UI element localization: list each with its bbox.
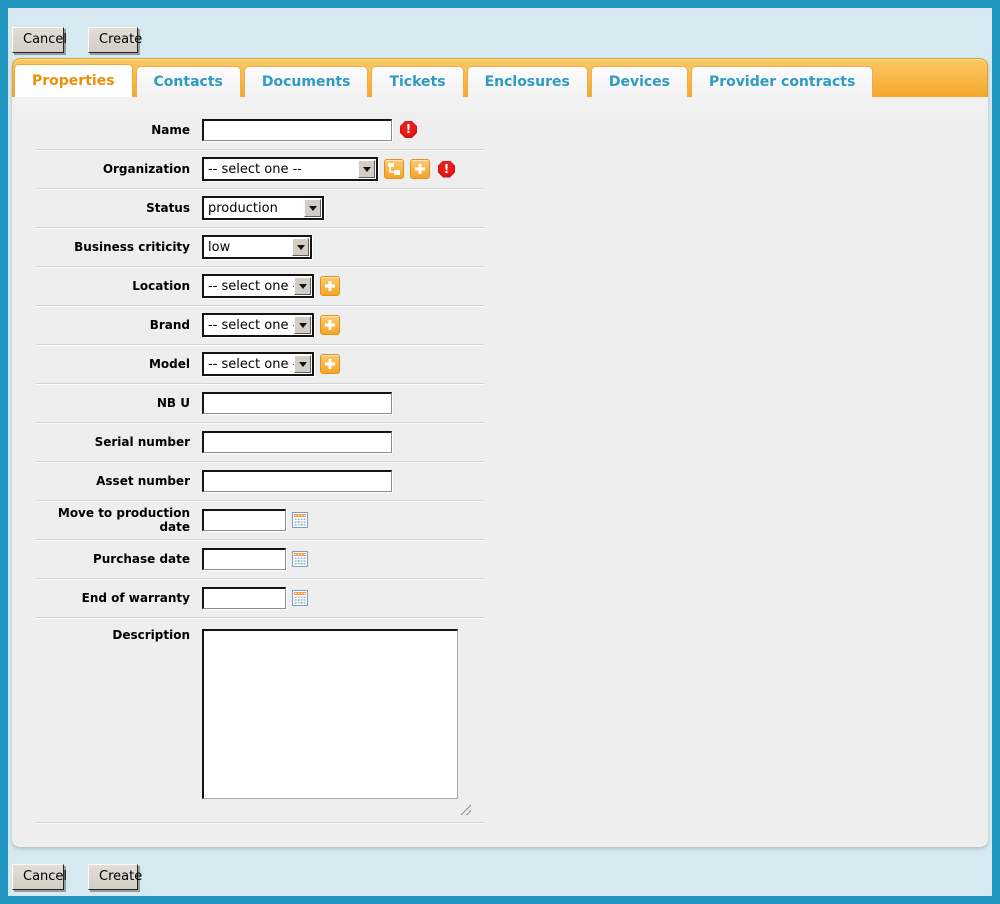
dropdown-arrow-icon (292, 238, 309, 256)
form-row-end-of-warranty: End of warranty (36, 578, 484, 617)
move-to-production-date-input[interactable] (202, 509, 286, 531)
organization-label: Organization (36, 162, 190, 176)
form-row-organization: Organization -- select one -- (36, 149, 484, 188)
create-button[interactable]: Create (88, 27, 138, 53)
date-picker-button[interactable] (292, 512, 308, 528)
dropdown-arrow-icon (294, 316, 311, 334)
calendar-icon (292, 551, 308, 567)
tab-provider-contracts[interactable]: Provider contracts (691, 66, 873, 97)
purchase-date-input[interactable] (202, 548, 286, 570)
create-rack-page: Cancel Create Properties Contacts Docume… (0, 0, 1000, 904)
brand-select[interactable]: -- select one -- (202, 313, 314, 337)
tab-bar: Properties Contacts Documents Tickets En… (12, 58, 988, 97)
location-label: Location (36, 279, 190, 293)
dropdown-arrow-icon (304, 199, 321, 217)
nb-u-label: NB U (36, 396, 190, 410)
business-criticity-label: Business criticity (36, 240, 190, 254)
plus-icon (323, 357, 337, 371)
tab-devices[interactable]: Devices (591, 66, 688, 97)
end-of-warranty-input[interactable] (202, 587, 286, 609)
add-location-button[interactable] (320, 276, 340, 296)
plus-icon (323, 279, 337, 293)
form-row-location: Location -- select one -- (36, 266, 484, 305)
dropdown-arrow-icon (358, 160, 375, 178)
cancel-button[interactable]: Cancel (12, 864, 64, 890)
move-to-production-date-label: Move to production date (36, 506, 190, 534)
form-row-status: Status production (36, 188, 484, 227)
calendar-icon (292, 590, 308, 606)
dropdown-arrow-icon (294, 277, 311, 295)
form-row-asset-number: Asset number (36, 461, 484, 500)
mandatory-icon: ! (400, 121, 417, 138)
serial-number-input[interactable] (202, 431, 392, 453)
plus-icon (413, 162, 427, 176)
asset-number-label: Asset number (36, 474, 190, 488)
form-bottom-separator (36, 822, 484, 826)
model-select[interactable]: -- select one -- (202, 352, 314, 376)
add-model-button[interactable] (320, 354, 340, 374)
organization-select[interactable]: -- select one -- (202, 157, 378, 181)
cancel-button[interactable]: Cancel (12, 27, 64, 53)
date-picker-button[interactable] (292, 590, 308, 606)
serial-number-label: Serial number (36, 435, 190, 449)
form-row-business-criticity: Business criticity low (36, 227, 484, 266)
name-label: Name (36, 123, 190, 137)
resize-grip-icon[interactable] (460, 804, 471, 815)
purchase-date-label: Purchase date (36, 552, 190, 566)
description-label: Description (36, 618, 190, 642)
calendar-icon (292, 512, 308, 528)
properties-form: Name ! Organization -- select one -- (36, 110, 484, 826)
hierarchy-icon (386, 161, 402, 177)
description-textarea[interactable] (202, 629, 458, 799)
model-label: Model (36, 357, 190, 371)
brand-label: Brand (36, 318, 190, 332)
form-row-purchase-date: Purchase date (36, 539, 484, 578)
add-organization-button[interactable] (410, 159, 430, 179)
business-criticity-select[interactable]: low (202, 235, 312, 259)
status-select[interactable]: production (202, 196, 324, 220)
form-row-name: Name ! (36, 110, 484, 149)
end-of-warranty-label: End of warranty (36, 591, 190, 605)
mandatory-icon: ! (438, 161, 455, 178)
asset-number-input[interactable] (202, 470, 392, 492)
date-picker-button[interactable] (292, 551, 308, 567)
name-input[interactable] (202, 119, 392, 141)
nb-u-input[interactable] (202, 392, 392, 414)
form-panel: Properties Contacts Documents Tickets En… (12, 58, 988, 847)
location-select[interactable]: -- select one -- (202, 274, 314, 298)
tab-documents[interactable]: Documents (244, 66, 369, 97)
hierarchy-browse-button[interactable] (384, 159, 404, 179)
tab-properties[interactable]: Properties (14, 64, 133, 97)
form-row-model: Model -- select one -- (36, 344, 484, 383)
tab-tickets[interactable]: Tickets (371, 66, 463, 97)
form-row-nb-u: NB U (36, 383, 484, 422)
plus-icon (323, 318, 337, 332)
dropdown-arrow-icon (294, 355, 311, 373)
form-row-move-to-production-date: Move to production date (36, 500, 484, 539)
create-button[interactable]: Create (88, 864, 138, 890)
form-row-description: Description (36, 617, 484, 822)
tab-contacts[interactable]: Contacts (136, 66, 241, 97)
tab-enclosures[interactable]: Enclosures (467, 66, 588, 97)
status-label: Status (36, 201, 190, 215)
add-brand-button[interactable] (320, 315, 340, 335)
form-row-brand: Brand -- select one -- (36, 305, 484, 344)
form-row-serial-number: Serial number (36, 422, 484, 461)
